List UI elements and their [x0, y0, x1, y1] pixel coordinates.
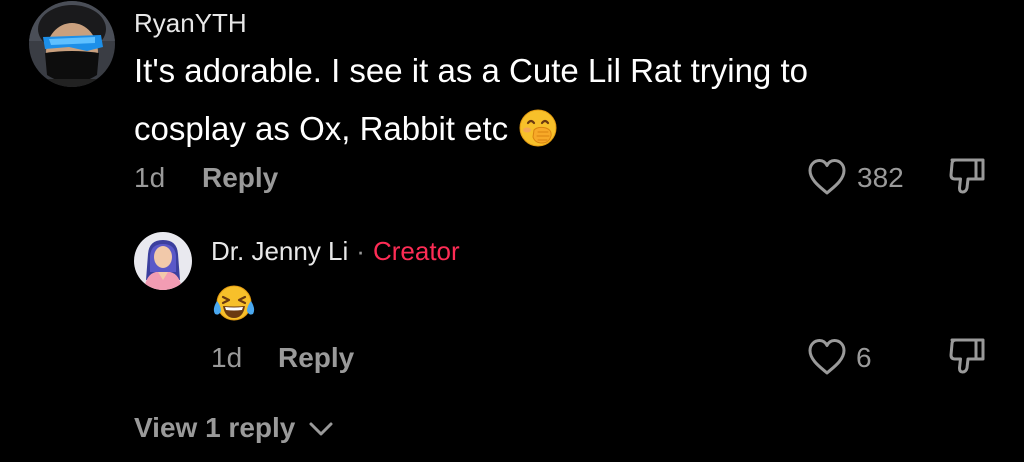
comment-timestamp: 1d	[134, 162, 166, 193]
thumbs-down-icon[interactable]	[946, 155, 988, 202]
view-replies-label: View 1 reply	[134, 412, 296, 443]
heart-icon[interactable]	[806, 157, 848, 202]
avatar-ryanyth[interactable]	[29, 1, 115, 87]
tears-of-joy-emoji-icon	[211, 283, 257, 325]
thumbs-down-icon[interactable]	[946, 335, 988, 382]
heart-icon[interactable]	[806, 337, 848, 382]
reply-reply-button[interactable]: Reply	[278, 341, 354, 375]
comment-reply-button[interactable]: Reply	[202, 161, 278, 195]
separator-dot: ·	[356, 236, 365, 266]
reply-username[interactable]: Dr. Jenny Li	[211, 236, 348, 266]
comment-text: cosplay as Ox, Rabbit etc	[134, 110, 509, 147]
creator-badge: Creator	[372, 236, 460, 266]
avatar-dr-jenny-li[interactable]	[134, 232, 192, 290]
view-replies-button[interactable]: View 1 reply	[134, 410, 335, 448]
chevron-down-icon	[307, 412, 335, 448]
reply-username-row: Dr. Jenny Li · Creator	[211, 234, 460, 268]
hand-over-mouth-emoji-icon	[518, 108, 558, 148]
comment-text-line-2: cosplay as Ox, Rabbit etc	[134, 108, 558, 149]
reply-like-count: 6	[856, 342, 872, 373]
reply-timestamp: 1d	[211, 342, 243, 373]
comment-username[interactable]: RyanYTH	[134, 6, 247, 40]
comment-like-count: 382	[857, 162, 904, 193]
comment-text-line-1: It's adorable. I see it as a Cute Lil Ra…	[134, 52, 808, 89]
